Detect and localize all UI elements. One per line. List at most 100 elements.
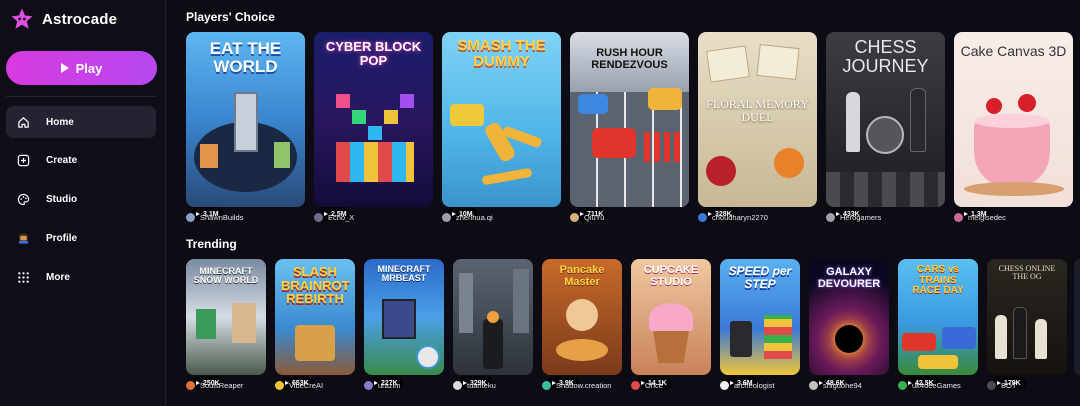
game-author[interactable]: urazim (364, 381, 401, 390)
game-author[interactable]: QiuYu (570, 213, 604, 222)
author-name: urazim (378, 381, 401, 390)
game-author[interactable]: archeologist (720, 381, 774, 390)
game-title: SMASH THE DUMMY (457, 37, 546, 70)
game-author[interactable]: zhenhua.qi (442, 213, 493, 222)
astrocade-logo-icon (11, 8, 33, 29)
play-button[interactable]: Play (6, 51, 157, 85)
author-avatar (720, 381, 729, 390)
sidebar-divider (6, 96, 157, 97)
game-author[interactable]: choudharyn2270 (698, 213, 768, 222)
author-avatar (570, 213, 579, 222)
game-card[interactable]: FLORAL MEMORY DUEL 328K choudharyn2270 (698, 32, 817, 226)
game-author[interactable]: Shadow.creation (542, 381, 611, 390)
game-title: FLORAL MEMORY DUEL (706, 97, 809, 124)
game-card[interactable]: RUSH HOUR RENDEZVOUS 711K QiuYu (570, 32, 689, 226)
game-thumbnail: SLASH BRAINROT REBIRTH (275, 259, 355, 375)
game-title: EAT THE WORLD (209, 39, 282, 76)
game-card[interactable]: MINECRAFT SNOW WORLD 250K SoulsReaper (186, 259, 266, 395)
game-thumbnail: MINECRAFT SNOW WORLD (186, 259, 266, 375)
sidebar-item-profile[interactable]: Profile (6, 222, 156, 254)
game-thumbnail: CHESS JOURNEY (826, 32, 945, 207)
game-author[interactable]: Ohce (631, 381, 663, 390)
game-card[interactable]: CHESS JOURNEY 433K Herogamers (826, 32, 945, 226)
author-name: zhenhua.qi (456, 213, 493, 222)
game-title: Cake Canvas 3D (960, 43, 1067, 59)
sidebar-item-create[interactable]: Create (6, 144, 156, 176)
game-card[interactable]: Cake Canvas 3D 1.3M melgisedec (954, 32, 1073, 226)
author-avatar (453, 381, 462, 390)
author-avatar (186, 381, 195, 390)
author-name: uk4deeGames (912, 381, 961, 390)
game-title: SPEED per STEP (728, 264, 792, 291)
game-thumbnail: CYBER BLOCK POP (314, 32, 433, 207)
sidebar-item-label: Studio (46, 193, 78, 205)
author-name: choudharyn2270 (712, 213, 768, 222)
game-card[interactable]: CARS vs TRAINS RACE DAY 42.5K uk4deeGame… (898, 259, 978, 395)
game-author[interactable]: VibeCreAI (275, 381, 323, 390)
author-avatar (898, 381, 907, 390)
sidebar-item-studio[interactable]: Studio (6, 183, 156, 215)
section-title-players-choice: Players' Choice (186, 10, 275, 24)
author-name: melgisedec (968, 213, 1006, 222)
avatar-icon (16, 231, 30, 245)
author-name: Herogamers (840, 213, 882, 222)
game-card[interactable]: SPEED per STEP 3.6M archeologist (720, 259, 800, 395)
author-avatar (987, 381, 996, 390)
game-card[interactable]: CHESS ONLINE THE OG 179K BOT (987, 259, 1067, 395)
game-author[interactable]: Echo_X (314, 213, 354, 222)
game-card[interactable]: Pancake Master 3.9K Shadow.creation (542, 259, 622, 395)
game-author[interactable]: shiguohe94 (809, 381, 862, 390)
author-name: tuanteku (467, 381, 496, 390)
sidebar-item-label: Home (46, 116, 74, 128)
game-author[interactable]: uk4deeGames (898, 381, 961, 390)
game-thumbnail: RUSH HOUR RENDEZVOUS (570, 32, 689, 207)
section-title-trending: Trending (186, 237, 237, 251)
game-thumbnail: FLORAL MEMORY DUEL (698, 32, 817, 207)
author-name: VibeCreAI (289, 381, 324, 390)
author-avatar (954, 213, 963, 222)
game-thumbnail: CARS vs TRAINS RACE DAY (898, 259, 978, 375)
author-avatar (314, 213, 323, 222)
game-thumbnail: CUPCAKE STUDIO (631, 259, 711, 375)
author-name: ShawnBuilds (200, 213, 244, 222)
logo[interactable]: Astrocade (10, 7, 117, 31)
game-author[interactable]: BOT (987, 381, 1016, 390)
game-title: MINECRAFT SNOW WORLD (193, 266, 259, 286)
plus-square-icon (16, 153, 30, 167)
game-thumbnail: SMASH THE DUMMY (442, 32, 561, 207)
play-icon (60, 63, 69, 73)
game-author[interactable]: SoulsReaper (186, 381, 243, 390)
game-card[interactable]: CYBER BLOCK POP 2.5M Echo_X (314, 32, 433, 226)
game-card[interactable]: CUPCAKE STUDIO 14.1K Ohce (631, 259, 711, 395)
author-name: SoulsReaper (200, 381, 244, 390)
author-name: BOT (1001, 381, 1017, 390)
game-card[interactable]: EAT THE WORLD 3.1M ShawnBuilds (186, 32, 305, 226)
sidebar-item-label: Profile (46, 232, 78, 244)
game-title: CUPCAKE STUDIO (643, 264, 699, 288)
game-author[interactable]: Herogamers (826, 213, 881, 222)
author-avatar (698, 213, 707, 222)
author-avatar (186, 213, 195, 222)
game-thumbnail: MINECRAFT MRBEAST (364, 259, 444, 375)
author-avatar (542, 381, 551, 390)
game-card[interactable]: SMASH THE DUMMY 10M zhenhua.qi (442, 32, 561, 226)
game-card[interactable]: SLASH BRAINROT REBIRTH 653K VibeCreAI (275, 259, 355, 395)
game-author[interactable]: ShawnBuilds (186, 213, 243, 222)
author-name: QiuYu (584, 213, 605, 222)
game-title: CHESS JOURNEY (842, 37, 929, 76)
game-card[interactable]: MINECRAFT MRBEAST 227K urazim (364, 259, 444, 395)
game-author[interactable]: tuanteku (453, 381, 496, 390)
game-author[interactable]: melgisedec (954, 213, 1006, 222)
game-thumbnail: Pancake Master (542, 259, 622, 375)
game-title: MINECRAFT MRBEAST (377, 264, 431, 284)
game-title: GALAXY DEVOURER (817, 266, 881, 290)
author-name: Shadow.creation (556, 381, 612, 390)
author-name: Ohce (645, 381, 663, 390)
sidebar-item-label: Create (46, 154, 78, 166)
home-icon (16, 115, 30, 129)
author-name: archeologist (734, 381, 775, 390)
game-card[interactable]: GALAXY DEVOURER 48.6K shiguohe94 (809, 259, 889, 395)
game-card[interactable]: 329K tuanteku (453, 259, 533, 395)
sidebar-item-home[interactable]: Home (6, 106, 156, 138)
sidebar-item-more[interactable]: More (6, 261, 156, 293)
